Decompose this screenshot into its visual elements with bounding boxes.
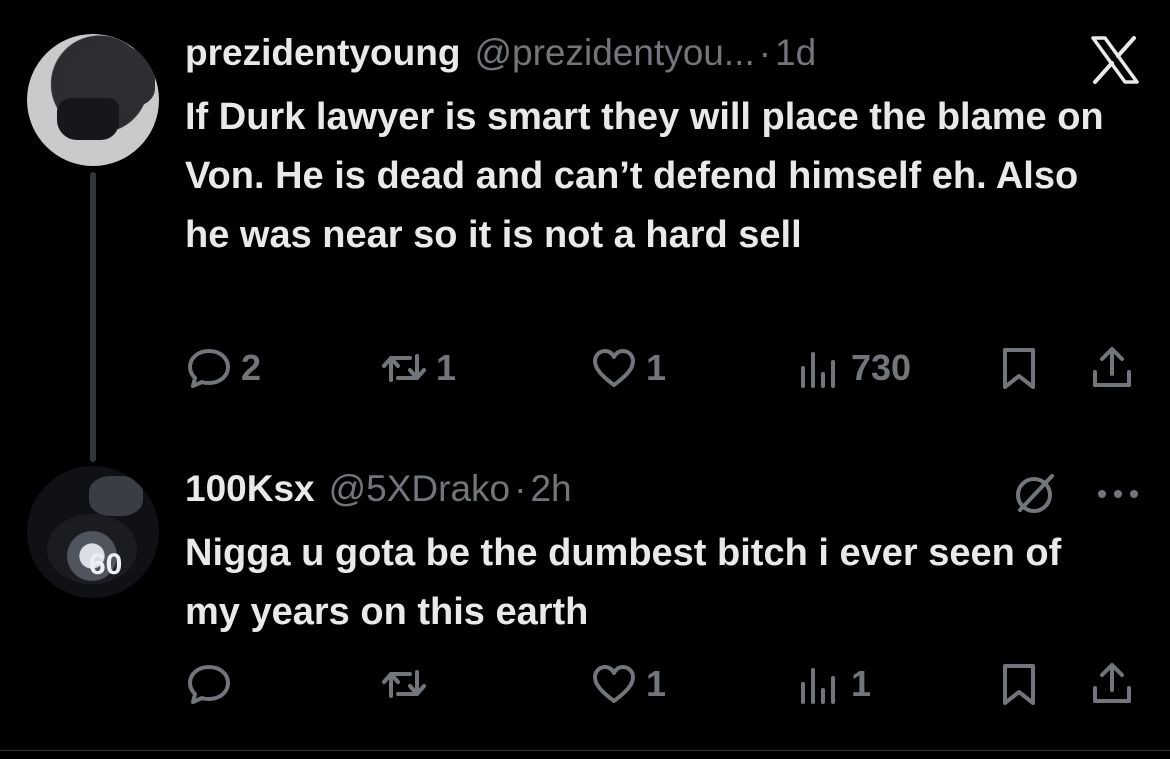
reply-icon — [188, 665, 230, 704]
avatar-pendant-text: 60 — [89, 548, 123, 581]
bookmark-icon — [1003, 348, 1035, 389]
repost-button[interactable] — [380, 656, 436, 712]
separator-dot: · — [758, 32, 772, 73]
avatar[interactable]: 60 — [27, 466, 159, 598]
grok-icon[interactable] — [1010, 470, 1058, 518]
share-button[interactable] — [1088, 340, 1136, 396]
tweet-actions: 1 1 — [185, 656, 1140, 712]
repost-icon — [382, 670, 426, 698]
share-button[interactable] — [1088, 656, 1136, 712]
tweet-actions: 2 1 1 730 — [185, 340, 1140, 396]
views-count: 730 — [851, 347, 912, 388]
display-name[interactable]: 100Ksx — [185, 468, 315, 510]
divider — [0, 750, 1170, 751]
separator-dot: · — [514, 468, 527, 509]
like-icon — [593, 665, 635, 703]
more-icon[interactable] — [1095, 486, 1141, 502]
views-button[interactable]: 730 — [795, 340, 911, 396]
reply-button[interactable]: 2 — [185, 340, 261, 396]
timestamp[interactable]: 1d — [775, 32, 816, 74]
thread-line — [90, 172, 96, 462]
like-count: 1 — [646, 347, 667, 388]
display-name[interactable]: prezidentyoung — [185, 32, 460, 74]
tweet[interactable]: prezidentyoung @prezidentyou... · 1d If … — [185, 32, 1140, 265]
tweet-text: Nigga u gota be the dumbest bitch i ever… — [185, 532, 1062, 633]
bookmark-icon — [1003, 664, 1035, 705]
x-logo-icon[interactable] — [1090, 36, 1140, 84]
user-handle[interactable]: @5XDrako — [329, 468, 511, 510]
share-icon — [1093, 663, 1131, 703]
repost-count: 1 — [436, 347, 457, 388]
views-icon — [801, 668, 835, 704]
bookmark-button[interactable] — [995, 340, 1043, 396]
share-icon — [1093, 347, 1131, 387]
repost-button[interactable]: 1 — [380, 340, 456, 396]
user-handle[interactable]: @prezidentyou... — [474, 32, 754, 74]
like-button[interactable]: 1 — [590, 340, 666, 396]
views-button[interactable]: 1 — [795, 656, 871, 712]
reply-button[interactable] — [185, 656, 241, 712]
views-icon — [801, 352, 835, 388]
repost-icon — [382, 354, 426, 382]
reply-icon — [188, 349, 230, 388]
timestamp[interactable]: 2h — [530, 468, 571, 510]
like-icon — [593, 349, 635, 387]
tweet-header: prezidentyoung @prezidentyou... · 1d — [185, 32, 1140, 82]
avatar-mask-shape — [57, 98, 119, 140]
bookmark-button[interactable] — [995, 656, 1043, 712]
tweet-header: 100Ksx @5XDrako · 2h — [185, 468, 1140, 518]
tweet[interactable]: 100Ksx @5XDrako · 2h Nigga u gota be the… — [185, 468, 1140, 642]
tweet-text: If Durk lawyer is smart they will place … — [185, 96, 1104, 256]
like-button[interactable]: 1 — [590, 656, 666, 712]
views-count: 1 — [851, 663, 872, 704]
reply-count: 2 — [241, 347, 262, 388]
avatar-hair-shape — [89, 476, 143, 516]
like-count: 1 — [646, 663, 667, 704]
avatar[interactable] — [27, 34, 159, 166]
